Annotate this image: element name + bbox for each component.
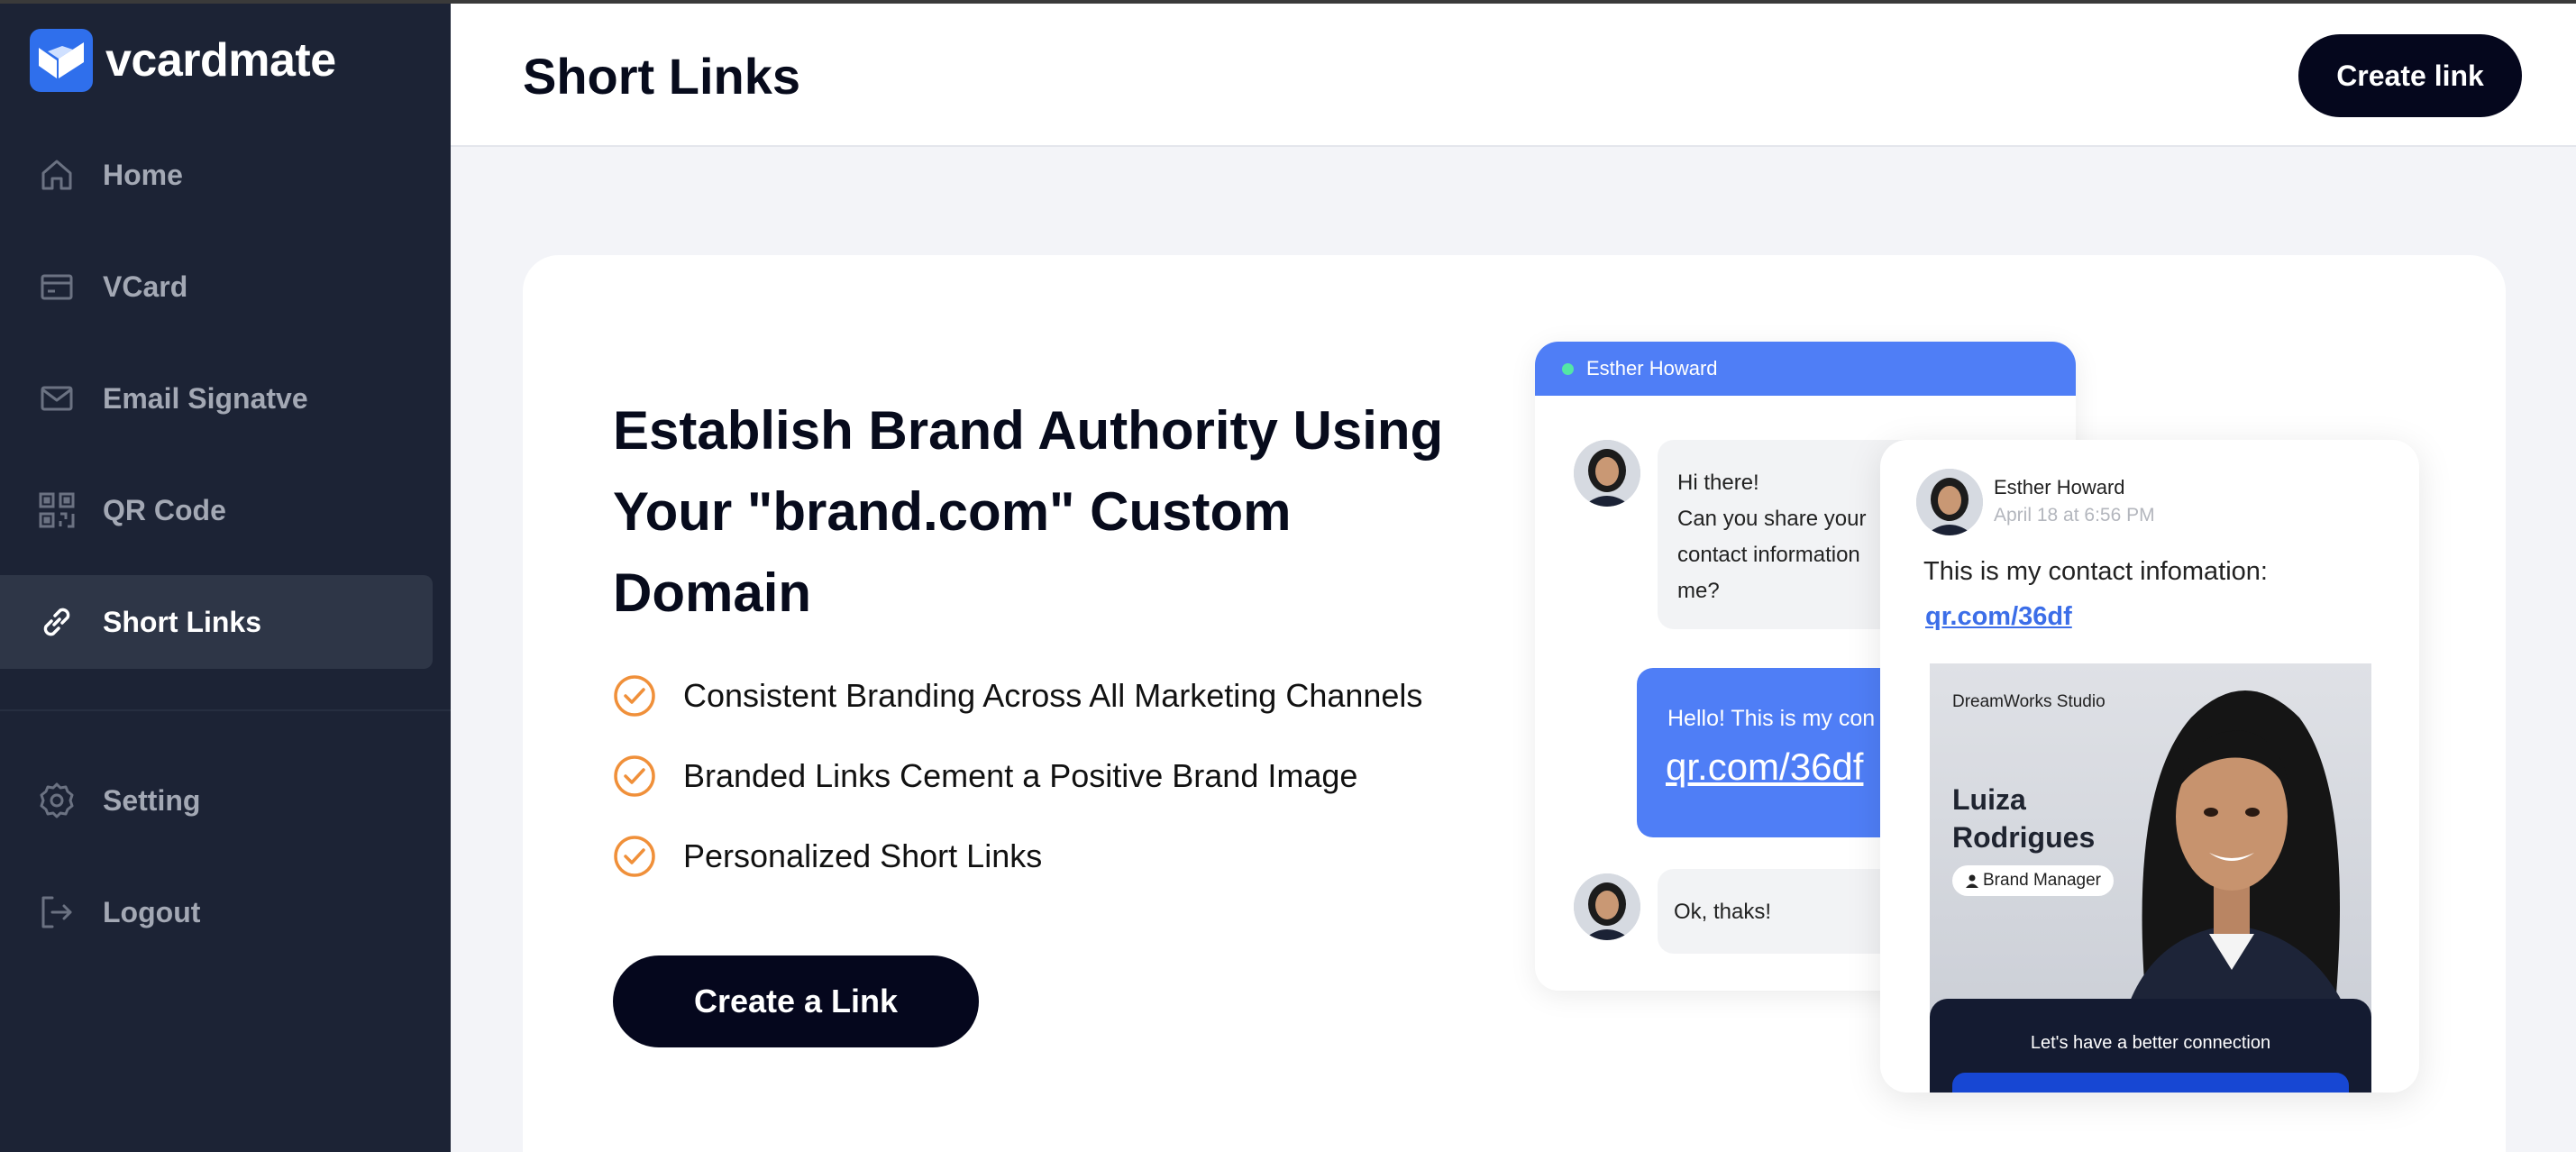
chat-contact-name: Esther Howard — [1586, 357, 1718, 379]
profile-photo — [2128, 690, 2344, 1006]
vcard-footer-button — [1952, 1073, 2349, 1093]
mail-icon — [36, 378, 78, 419]
sidebar-item-qr-code[interactable]: QR Code — [0, 463, 433, 557]
logo-mark-icon — [30, 29, 93, 92]
brand-name: vcardmate — [105, 34, 336, 87]
home-icon — [36, 154, 78, 196]
sidebar-item-label: Home — [103, 158, 183, 191]
message-text: Hello! This is my con — [1667, 706, 1876, 731]
vcard-company: DreamWorks Studio — [1952, 692, 2106, 711]
sender-name: Esther Howard — [1994, 476, 2125, 498]
link-icon — [36, 601, 78, 643]
sidebar-divider — [0, 709, 451, 711]
card-icon — [36, 266, 78, 307]
hero-title: Establish Brand Authority Using Your "br… — [613, 400, 1444, 623]
sidebar-item-label: QR Code — [103, 493, 226, 526]
check-circle-icon — [614, 755, 655, 797]
window-top-border — [0, 0, 2576, 4]
gear-icon — [36, 780, 78, 821]
check-circle-icon — [614, 836, 655, 877]
feature-text: Consistent Branding Across All Marketing… — [683, 677, 1423, 714]
sidebar-item-label: VCard — [103, 270, 188, 303]
create-link-button[interactable]: Create link — [2298, 34, 2522, 117]
message-link: qr.com/36df — [1925, 602, 2072, 631]
avatar — [1574, 440, 1640, 507]
feature-text: Branded Links Cement a Positive Brand Im… — [683, 757, 1358, 794]
contact-card-illustration: Esther Howard April 18 at 6:56 PM This i… — [1880, 440, 2419, 1093]
sidebar-item-logout[interactable]: Logout — [0, 865, 433, 959]
short-links-intro-card: Establish Brand Authority Using Your "br… — [523, 255, 2506, 1152]
avatar — [1574, 873, 1640, 940]
feature-item: Consistent Branding Across All Marketing… — [613, 674, 1422, 718]
avatar — [1916, 469, 1983, 535]
vcard-person-name: Luiza Rodrigues — [1952, 783, 2096, 854]
sidebar-item-label: Short Links — [103, 605, 262, 638]
sidebar-item-label: Logout — [103, 895, 201, 928]
brand-logo[interactable]: vcardmate — [30, 29, 336, 92]
chat-header: Esther Howard — [1535, 342, 2076, 396]
feature-text: Personalized Short Links — [683, 837, 1043, 874]
page-header: Short Links Create link — [451, 4, 2576, 147]
sidebar-item-short-links[interactable]: Short Links — [0, 575, 433, 669]
message-link: qr.com/36df — [1666, 745, 1864, 788]
vcard-footer-text: Let's have a better connection — [2030, 1033, 2271, 1053]
sidebar-item-label: Email Signatve — [103, 381, 308, 415]
vcard-footer: Let's have a better connection — [1930, 999, 2371, 1093]
online-status-dot — [1562, 362, 1574, 375]
sidebar: vcardmate Home VCard Email Signatve QR C… — [0, 0, 451, 1152]
sidebar-item-vcard[interactable]: VCard — [0, 240, 433, 334]
vcard-role: Brand Manager — [1983, 871, 2101, 890]
sidebar-item-email-signature[interactable]: Email Signatve — [0, 352, 433, 445]
vcard-preview: DreamWorks Studio Luiza Rodrigues Brand … — [1930, 663, 2371, 1093]
person-icon — [1966, 874, 1978, 888]
message-timestamp: April 18 at 6:56 PM — [1994, 505, 2155, 526]
qr-code-icon — [36, 489, 78, 531]
sidebar-item-setting[interactable]: Setting — [0, 754, 433, 847]
page-title: Short Links — [523, 48, 801, 105]
feature-item: Personalized Short Links — [613, 835, 1042, 878]
create-a-link-button[interactable]: Create a Link — [613, 955, 979, 1047]
vcard-role-badge: Brand Manager — [1952, 865, 2114, 896]
feature-item: Branded Links Cement a Positive Brand Im… — [613, 754, 1357, 798]
check-circle-icon — [614, 675, 655, 717]
sidebar-item-label: Setting — [103, 783, 201, 817]
message-text: This is my contact infomation: — [1923, 557, 2268, 586]
sidebar-item-home[interactable]: Home — [0, 128, 433, 222]
logout-icon — [36, 891, 78, 933]
